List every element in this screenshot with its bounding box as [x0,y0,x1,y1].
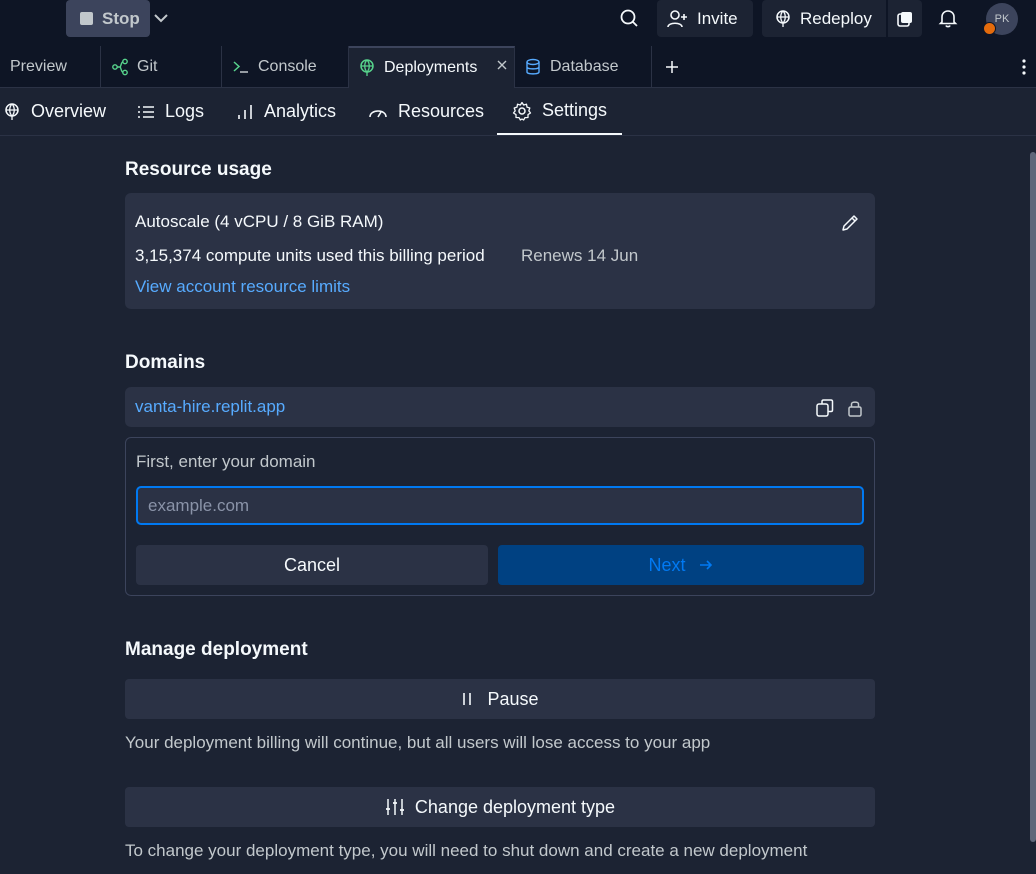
top-bar: Stop Invite Redeploy PK [0,0,1036,46]
subnav-label: Logs [165,101,205,121]
gear-icon [512,101,532,121]
change-deployment-description: To change your deployment type, you will… [125,841,808,860]
tab-deployments[interactable]: Deployments [349,46,515,88]
close-icon[interactable] [496,59,508,71]
database-icon [526,58,540,75]
subnav-label: Settings [542,100,608,120]
view-limits-link[interactable]: View account resource limits [135,277,350,297]
subnav-label: Overview [31,101,107,121]
copy-window-icon [897,11,912,27]
avatar-initials: PK [994,13,1010,25]
chevron-down-icon[interactable] [151,9,171,27]
tab-label: Preview [10,58,67,75]
search-icon[interactable] [617,6,641,30]
gauge-icon [369,109,387,117]
pause-button[interactable]: Pause [125,679,875,719]
tab-preview[interactable]: Preview [0,46,101,88]
sliders-icon [385,799,404,815]
subnav-logs[interactable]: Logs [137,88,204,135]
pause-label: Pause [487,688,539,709]
bell-icon[interactable] [936,6,960,30]
pause-description: Your deployment billing will continue, b… [125,733,711,752]
subnav-settings[interactable]: Settings [497,88,622,135]
stop-label: Stop [102,8,140,28]
next-label: Next [648,554,686,575]
invite-button[interactable]: Invite [657,0,753,37]
scrollbar-thumb[interactable] [1030,152,1036,842]
list-icon [138,105,154,118]
stop-square-icon [80,12,93,25]
pause-icon [463,693,472,705]
tab-console[interactable]: Console [222,46,349,88]
cancel-button[interactable]: Cancel [136,545,488,585]
more-options-icon[interactable] [1020,58,1028,76]
terminal-icon [233,61,248,73]
domains-heading: Domains [125,352,206,373]
deployments-icon [360,59,374,76]
copy-icon[interactable] [815,398,835,418]
subnav-resources[interactable]: Resources [368,88,484,135]
domain-link[interactable]: vanta-hire.replit.app [135,397,285,417]
invite-label: Invite [697,8,738,28]
cancel-label: Cancel [283,554,341,575]
subnav-label: Resources [398,101,485,121]
deploy-globe-icon [776,9,790,27]
stop-button[interactable]: Stop [66,0,150,37]
subnav-overview[interactable]: Overview [3,88,106,135]
renews-text: Renews 14 Jun [521,246,639,265]
avatar-status-badge [983,22,996,35]
git-branch-icon [112,58,128,76]
deployment-subnav: Overview Logs Analytics Resources Settin… [0,88,1036,136]
redeploy-button[interactable]: Redeploy [762,0,886,37]
tab-database[interactable]: Database [515,46,652,88]
tab-bar: Preview Git Console Deployments Database [0,46,1036,88]
add-user-icon [667,9,687,27]
arrow-right-icon [699,560,712,570]
subnav-label: Analytics [264,101,337,121]
domain-input[interactable] [136,486,864,525]
change-deployment-type-label: Change deployment type [414,796,616,817]
add-tab-icon[interactable] [664,59,680,75]
tab-label: Git [137,58,158,75]
bar-chart-icon [238,104,252,119]
domain-prompt: First, enter your domain [136,452,316,471]
tab-label: Database [550,58,619,75]
manage-deployment-heading: Manage deployment [125,639,308,660]
usage-text: 3,15,374 compute units used this billing… [135,246,485,265]
lock-icon [848,401,862,417]
resource-usage-heading: Resource usage [125,159,272,180]
next-button[interactable]: Next [498,545,864,585]
change-deployment-type-button[interactable]: Change deployment type [125,787,875,827]
redeploy-label: Redeploy [800,8,872,28]
deploy-globe-icon [5,102,19,120]
subnav-analytics[interactable]: Analytics [236,88,336,135]
tab-label: Deployments [384,59,478,76]
plan-text: Autoscale (4 vCPU / 8 GiB RAM) [135,212,384,231]
tab-git[interactable]: Git [101,46,222,88]
edit-pencil-icon[interactable] [840,213,860,233]
redeploy-options-button[interactable] [888,0,922,37]
tab-label: Console [258,58,317,75]
